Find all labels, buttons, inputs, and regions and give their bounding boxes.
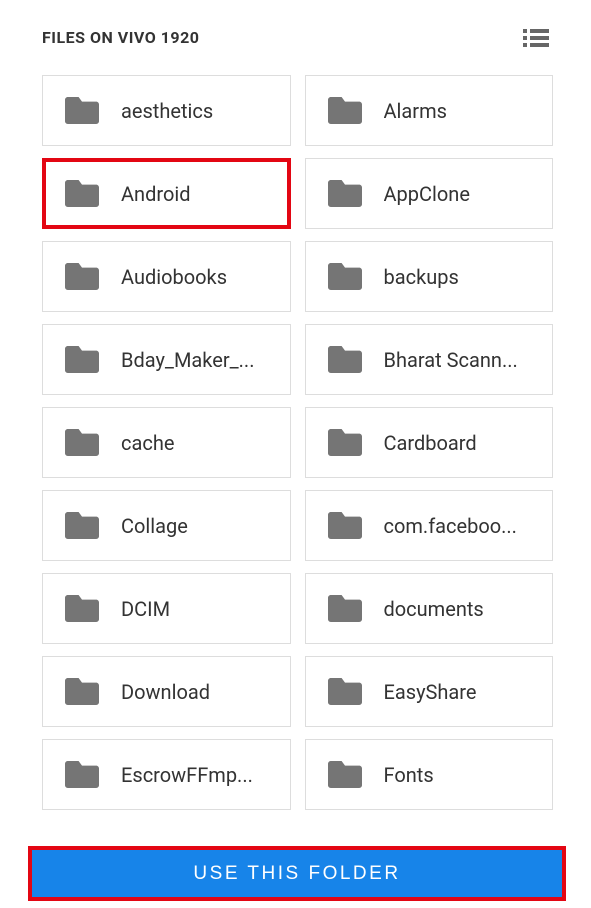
folder-item[interactable]: backups (305, 241, 554, 312)
folder-label: EscrowFFmp... (121, 763, 272, 787)
folder-item[interactable]: Audiobooks (42, 241, 291, 312)
use-this-folder-button[interactable]: USE THIS FOLDER (32, 850, 562, 897)
folder-item[interactable]: Alarms (305, 75, 554, 146)
folder-icon (328, 595, 362, 622)
folder-label: AppClone (384, 182, 535, 206)
folder-label: Collage (121, 514, 272, 538)
folder-item[interactable]: AppClone (305, 158, 554, 229)
folder-icon (328, 429, 362, 456)
folder-item[interactable]: Collage (42, 490, 291, 561)
folder-icon (328, 761, 362, 788)
folder-grid: aesthetics Alarms Android AppClone Audiobook… (0, 71, 591, 810)
folder-label: Download (121, 680, 272, 704)
page-title: FILES ON VIVO 1920 (42, 28, 199, 47)
folder-item[interactable]: EscrowFFmp... (42, 739, 291, 810)
folder-item[interactable]: Bharat Scann... (305, 324, 554, 395)
use-folder-highlight: USE THIS FOLDER (28, 846, 566, 901)
folder-icon (65, 512, 99, 539)
folder-item[interactable]: aesthetics (42, 75, 291, 146)
folder-icon (65, 346, 99, 373)
folder-label: Alarms (384, 99, 535, 123)
folder-label: cache (121, 431, 272, 455)
folder-icon (328, 180, 362, 207)
folder-icon (328, 263, 362, 290)
folder-icon (65, 595, 99, 622)
list-view-icon[interactable] (523, 29, 549, 47)
folder-label: com.faceboo... (384, 514, 535, 538)
folder-icon (328, 346, 362, 373)
folder-label: Android (121, 182, 272, 206)
folder-item[interactable]: Download (42, 656, 291, 727)
folder-label: Bday_Maker_... (121, 348, 272, 372)
folder-icon (65, 429, 99, 456)
folder-item[interactable]: Android (42, 158, 291, 229)
folder-item[interactable]: cache (42, 407, 291, 478)
folder-item[interactable]: documents (305, 573, 554, 644)
folder-label: Bharat Scann... (384, 348, 535, 372)
folder-label: Cardboard (384, 431, 535, 455)
folder-label: DCIM (121, 597, 272, 621)
folder-item[interactable]: Bday_Maker_... (42, 324, 291, 395)
folder-item[interactable]: EasyShare (305, 656, 554, 727)
folder-icon (65, 263, 99, 290)
folder-item[interactable]: com.faceboo... (305, 490, 554, 561)
folder-icon (65, 180, 99, 207)
header-bar: FILES ON VIVO 1920 (0, 0, 591, 71)
folder-label: Fonts (384, 763, 535, 787)
folder-icon (65, 678, 99, 705)
folder-label: aesthetics (121, 99, 272, 123)
folder-label: documents (384, 597, 535, 621)
folder-icon (65, 761, 99, 788)
folder-item[interactable]: DCIM (42, 573, 291, 644)
folder-label: Audiobooks (121, 265, 272, 289)
folder-icon (328, 97, 362, 124)
folder-label: backups (384, 265, 535, 289)
folder-label: EasyShare (384, 680, 535, 704)
folder-item[interactable]: Fonts (305, 739, 554, 810)
folder-item[interactable]: Cardboard (305, 407, 554, 478)
folder-icon (328, 678, 362, 705)
folder-icon (328, 512, 362, 539)
folder-icon (65, 97, 99, 124)
